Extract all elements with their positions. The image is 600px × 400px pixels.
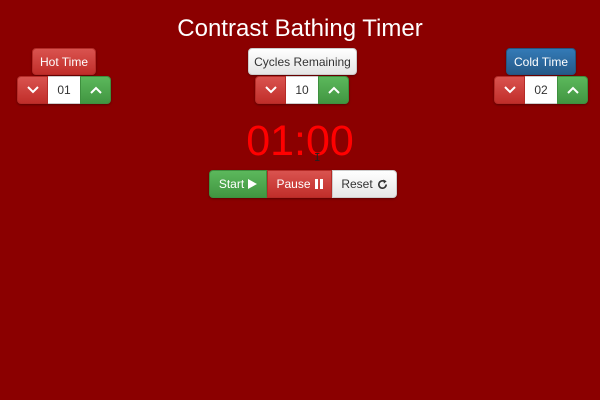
cold-time-decrement-button[interactable] (494, 76, 525, 104)
cycles-decrement-button[interactable] (255, 76, 286, 104)
timer-display: 01:00 (246, 117, 354, 165)
cold-time-stepper: 02 (494, 76, 588, 104)
cycles-stepper: 10 (255, 76, 349, 104)
refresh-icon (377, 178, 387, 189)
chevron-down-icon (26, 86, 39, 94)
cycles-remaining-button[interactable]: Cycles Remaining (248, 48, 357, 75)
cold-time-value[interactable]: 02 (525, 76, 557, 104)
reset-button[interactable]: Reset (332, 170, 397, 198)
chevron-down-icon (503, 86, 516, 94)
page-title: Contrast Bathing Timer (177, 15, 423, 42)
reset-label: Reset (341, 177, 373, 191)
text-cursor-icon: I (314, 151, 321, 164)
chevron-up-icon (566, 86, 579, 94)
timer-controls: Start Pause Reset (209, 170, 397, 198)
chevron-down-icon (264, 86, 277, 94)
play-icon (248, 179, 258, 189)
start-button[interactable]: Start (209, 170, 267, 198)
pause-icon (314, 179, 323, 189)
hot-time-decrement-button[interactable] (17, 76, 48, 104)
cycles-increment-button[interactable] (318, 76, 349, 104)
chevron-up-icon (89, 86, 102, 94)
hot-time-increment-button[interactable] (80, 76, 111, 104)
cold-time-button[interactable]: Cold Time (506, 48, 576, 75)
cold-time-increment-button[interactable] (557, 76, 588, 104)
pause-label: Pause (276, 177, 311, 191)
start-label: Start (218, 177, 245, 191)
pause-button[interactable]: Pause (267, 170, 332, 198)
chevron-up-icon (327, 86, 340, 94)
hot-time-button[interactable]: Hot Time (32, 48, 96, 75)
cycles-value[interactable]: 10 (286, 76, 318, 104)
hot-time-stepper: 01 (17, 76, 111, 104)
hot-time-value[interactable]: 01 (48, 76, 80, 104)
